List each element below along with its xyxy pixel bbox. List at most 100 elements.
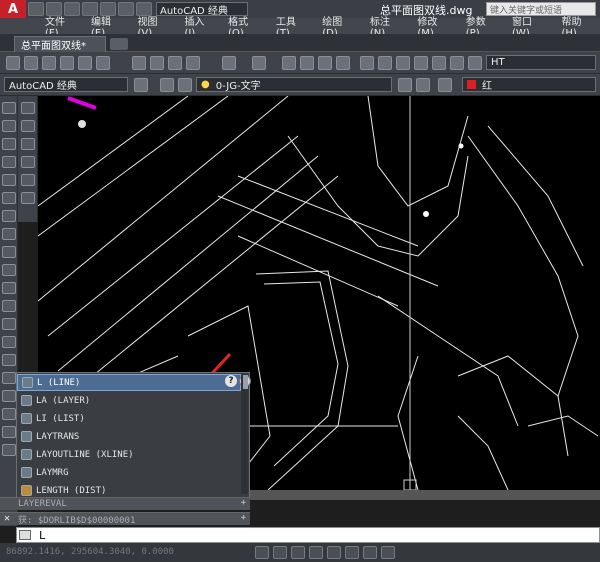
dyn-input-icon[interactable]: [381, 546, 395, 559]
polyline-icon[interactable]: [2, 138, 16, 150]
ellipse-icon[interactable]: [2, 264, 16, 276]
cut-icon[interactable]: [132, 56, 146, 70]
help-icon[interactable]: ?: [225, 375, 237, 387]
markup-icon[interactable]: [432, 56, 446, 70]
mirror-icon[interactable]: [21, 138, 35, 150]
redo-icon[interactable]: [252, 56, 266, 70]
point-icon[interactable]: [2, 336, 16, 348]
copy-icon[interactable]: [150, 56, 164, 70]
zoom-previous-icon[interactable]: [336, 56, 350, 70]
hatch-icon[interactable]: [2, 354, 16, 366]
snap-icon[interactable]: [291, 546, 305, 559]
tool-palettes-icon[interactable]: [396, 56, 410, 70]
new-icon[interactable]: [6, 56, 20, 70]
layer-state-icon[interactable]: [178, 78, 192, 92]
insert-block-icon[interactable]: [2, 300, 16, 312]
autocomplete-item-line[interactable]: L (LINE): [17, 374, 241, 391]
autocomplete-item-label: LAYOUTLINE (XLINE): [36, 449, 134, 460]
array-icon[interactable]: [21, 174, 35, 186]
preview-icon[interactable]: [78, 56, 92, 70]
layer-name: 0-JG-文字: [215, 81, 261, 92]
sheet-set-icon[interactable]: [414, 56, 428, 70]
close-icon[interactable]: ✕: [4, 513, 10, 524]
history-row: LAYEREVAL +: [0, 497, 250, 510]
autocomplete-item-laytrans[interactable]: LAYTRANS: [17, 428, 241, 445]
rectangle-icon[interactable]: [2, 174, 16, 186]
construction-line-icon[interactable]: [2, 120, 16, 132]
spline-icon[interactable]: [2, 246, 16, 258]
polygon-icon[interactable]: [2, 156, 16, 168]
table-icon[interactable]: [2, 408, 16, 420]
autocomplete-item-laymrg[interactable]: LAYMRG: [17, 464, 241, 481]
gradient-icon[interactable]: [2, 372, 16, 384]
osnap-icon[interactable]: [345, 546, 359, 559]
zoom-realtime-icon[interactable]: [300, 56, 314, 70]
design-center-icon[interactable]: [378, 56, 392, 70]
autocomplete-scroll-thumb[interactable]: [243, 375, 248, 389]
expand-icon[interactable]: +: [241, 498, 246, 508]
publish-icon[interactable]: [96, 56, 110, 70]
polar-icon[interactable]: [327, 546, 341, 559]
standard-toolbar: HT: [0, 52, 600, 74]
xline-icon: [21, 449, 32, 460]
make-current-layer-icon[interactable]: [398, 78, 412, 92]
history-text: LAYEREVAL: [18, 499, 67, 509]
open-icon[interactable]: [24, 56, 38, 70]
undo-icon[interactable]: [222, 56, 236, 70]
autocomplete-item-list[interactable]: LI (LIST): [17, 410, 241, 427]
model-space-icon[interactable]: [255, 546, 269, 559]
line-icon[interactable]: [2, 102, 16, 114]
calculator-icon[interactable]: [450, 56, 464, 70]
new-tab-button[interactable]: [110, 38, 128, 50]
make-block-icon[interactable]: [2, 318, 16, 330]
ortho-icon[interactable]: [309, 546, 323, 559]
color-swatch: [467, 80, 476, 89]
tab-active-document[interactable]: 总平面图双线*: [14, 36, 106, 52]
command-prompt-icon[interactable]: [19, 530, 31, 540]
otrack-icon[interactable]: [363, 546, 377, 559]
command-input[interactable]: L: [39, 529, 46, 542]
region-icon[interactable]: [2, 390, 16, 402]
circle-icon[interactable]: [2, 210, 16, 222]
workspace-settings-icon[interactable]: [134, 78, 148, 92]
autocomplete-item-label: LENGTH (DIST): [36, 485, 107, 496]
arc-icon[interactable]: [2, 192, 16, 204]
grid-icon[interactable]: [273, 546, 287, 559]
text-style-select[interactable]: HT: [486, 55, 596, 70]
workspace-select[interactable]: AutoCAD 经典: [4, 77, 128, 92]
layer-select[interactable]: ● 0-JG-文字: [196, 77, 392, 92]
match-layer-icon[interactable]: [438, 78, 452, 92]
history-row: ✕ 获: $DORLIB$D$00000001 +: [0, 512, 250, 526]
layer-icon: [21, 395, 32, 406]
autocomplete-item-label: LAYMRG: [36, 467, 69, 478]
autocad-logo-icon[interactable]: A: [0, 0, 26, 18]
paste-icon[interactable]: [168, 56, 182, 70]
lightbulb-icon: ●: [201, 79, 210, 90]
help-icon[interactable]: [468, 56, 482, 70]
autocomplete-scrollbar[interactable]: [241, 374, 248, 494]
color-select[interactable]: 红: [462, 77, 596, 92]
line-icon: [22, 377, 33, 388]
multiline-text-icon[interactable]: [2, 426, 16, 438]
match-properties-icon[interactable]: [186, 56, 200, 70]
expand-icon[interactable]: +: [241, 513, 246, 523]
save-icon[interactable]: [42, 56, 56, 70]
erase-icon[interactable]: [21, 102, 35, 114]
offset-icon[interactable]: [21, 156, 35, 168]
layer-properties-icon[interactable]: [160, 78, 174, 92]
add-selected-icon[interactable]: [2, 444, 16, 456]
revision-cloud-icon[interactable]: [2, 228, 16, 240]
pan-icon[interactable]: [282, 56, 296, 70]
laytrans-icon: [21, 431, 32, 442]
autocomplete-item-xline[interactable]: LAYOUTLINE (XLINE): [17, 446, 241, 463]
properties-icon[interactable]: [360, 56, 374, 70]
autocomplete-item-layer[interactable]: LA (LAYER): [17, 392, 241, 409]
move-icon[interactable]: [21, 192, 35, 204]
print-icon[interactable]: [60, 56, 74, 70]
copy-object-icon[interactable]: [21, 120, 35, 132]
ellipse-arc-icon[interactable]: [2, 282, 16, 294]
command-line[interactable]: L: [16, 527, 600, 543]
layer-previous-icon[interactable]: [416, 78, 430, 92]
zoom-window-icon[interactable]: [318, 56, 332, 70]
autocomplete-item-label: LA (LAYER): [36, 395, 91, 406]
